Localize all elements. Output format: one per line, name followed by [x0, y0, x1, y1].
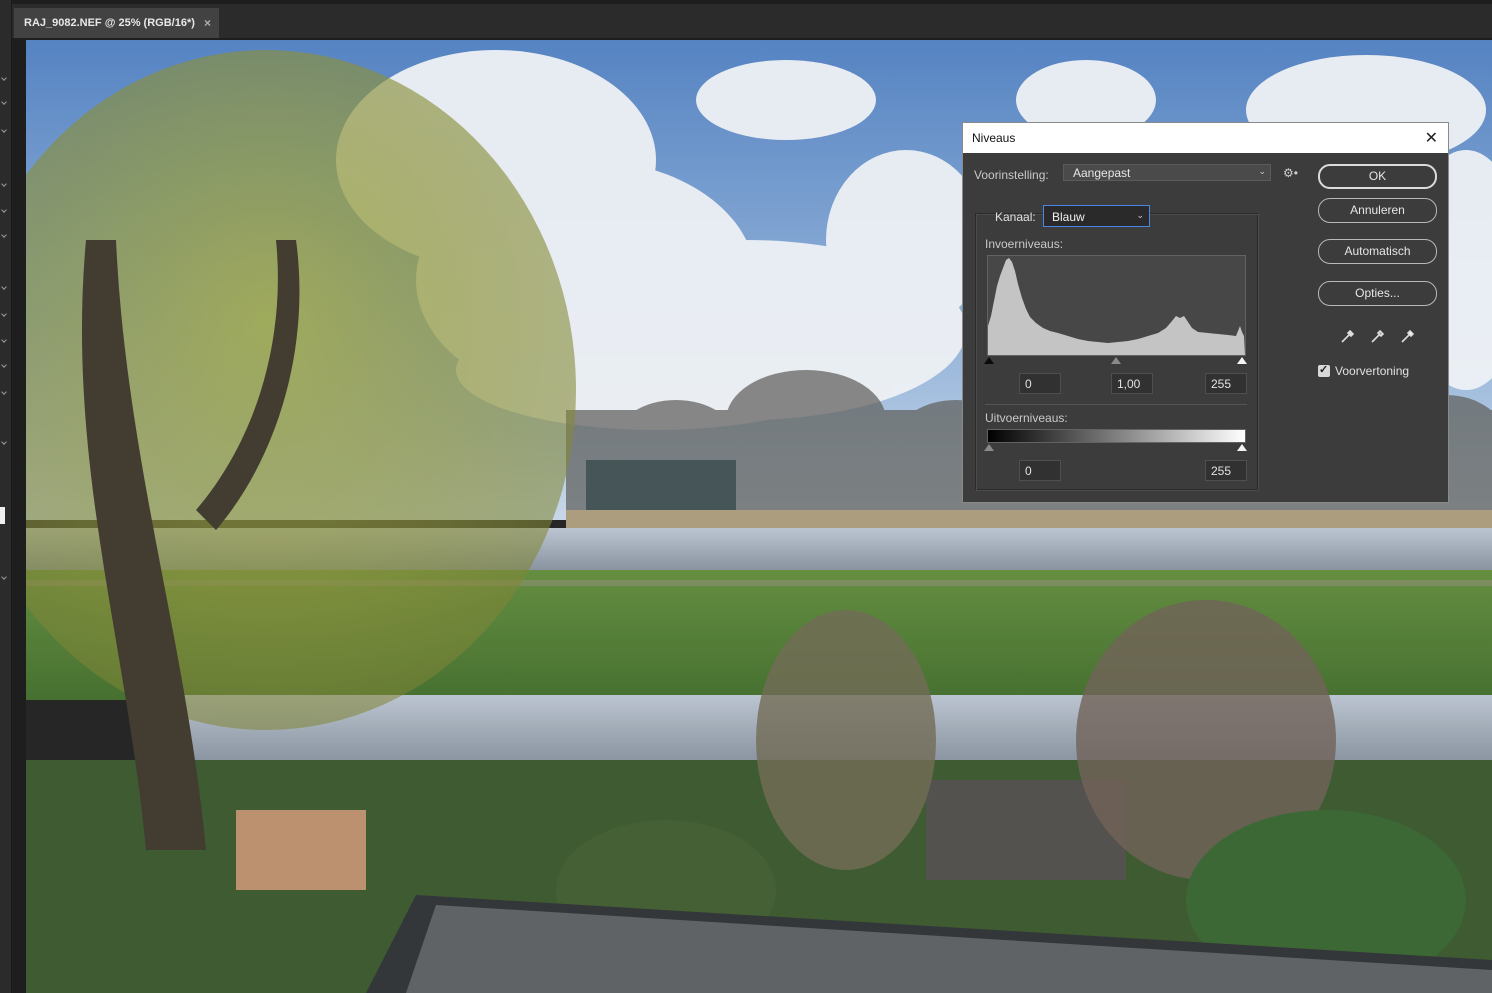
tool-expander-icon[interactable] [1, 362, 7, 368]
foreground-color-swatch[interactable] [0, 507, 5, 524]
input-black-slider[interactable] [984, 357, 994, 364]
output-black-slider[interactable] [984, 444, 994, 451]
input-gamma-slider[interactable] [1111, 357, 1121, 364]
tool-expander-icon[interactable] [1, 127, 7, 133]
channel-value: Blauw [1052, 210, 1085, 224]
preset-value: Aangepast [1073, 166, 1131, 180]
preset-select[interactable]: Aangepast ⌄ [1063, 164, 1271, 181]
checkmark-icon: ✓ [1319, 364, 1329, 376]
tool-expander-icon[interactable] [1, 311, 7, 317]
tool-expander-icon[interactable] [1, 439, 7, 445]
close-icon[interactable]: ✕ [1425, 128, 1438, 148]
preview-label: Voorvertoning [1335, 364, 1410, 378]
output-black-field[interactable]: 0 [1019, 460, 1061, 481]
input-levels-label: Invoerniveaus: [985, 237, 1064, 251]
dialog-title: Niveaus [972, 131, 1016, 145]
close-tab-icon[interactable]: × [204, 16, 211, 30]
tool-expander-icon[interactable] [1, 389, 7, 395]
levels-divider [985, 404, 1247, 405]
options-button[interactable]: Opties... [1318, 281, 1437, 306]
tool-expander-icon[interactable] [1, 232, 7, 238]
tool-expander-icon[interactable] [1, 284, 7, 290]
tool-expander-icon[interactable] [1, 337, 7, 343]
tool-expander-icon[interactable] [1, 181, 7, 187]
tool-expander-icon[interactable] [1, 75, 7, 81]
document-tab-bar: RAJ_9082.NEF @ 25% (RGB/16*) × [12, 0, 1492, 38]
preview-checkbox[interactable]: ✓ [1318, 364, 1330, 377]
auto-button[interactable]: Automatisch [1318, 239, 1437, 264]
input-gamma-field[interactable]: 1,00 [1111, 373, 1153, 394]
output-white-field[interactable]: 255 [1205, 460, 1247, 481]
channel-select[interactable]: Blauw ⌄ [1043, 205, 1150, 227]
preset-label: Voorinstelling: [974, 168, 1049, 182]
document-tab[interactable]: RAJ_9082.NEF @ 25% (RGB/16*) × [14, 8, 219, 38]
white-point-eyedropper-icon[interactable] [1399, 327, 1417, 345]
levels-dialog: Niveaus ✕ Voorinstelling: Aangepast ⌄ ⚙•… [962, 122, 1449, 503]
tool-expander-icon[interactable] [1, 574, 7, 580]
black-point-eyedropper-icon[interactable] [1339, 327, 1357, 345]
document-tab-title: RAJ_9082.NEF @ 25% (RGB/16*) [24, 17, 195, 29]
tool-expander-icon[interactable] [1, 99, 7, 105]
output-white-slider[interactable] [1237, 444, 1247, 451]
output-levels-label: Uitvoerniveaus: [985, 411, 1068, 425]
dialog-titlebar[interactable]: Niveaus ✕ [963, 123, 1448, 153]
tools-panel-strip [0, 0, 12, 993]
ok-button[interactable]: OK [1318, 164, 1437, 189]
input-black-field[interactable]: 0 [1019, 373, 1061, 394]
channel-label: Kanaal: [995, 210, 1036, 224]
histogram-curve [988, 258, 1245, 355]
gray-point-eyedropper-icon[interactable] [1369, 327, 1387, 345]
histogram [987, 255, 1246, 356]
chevron-down-icon: ⌄ [1258, 166, 1266, 176]
gear-icon[interactable]: ⚙• [1283, 166, 1298, 180]
output-gradient-bar [987, 429, 1246, 443]
chevron-down-icon: ⌄ [1136, 210, 1144, 220]
input-white-field[interactable]: 255 [1205, 373, 1247, 394]
cancel-button[interactable]: Annuleren [1318, 198, 1437, 223]
tool-expander-icon[interactable] [1, 207, 7, 213]
input-white-slider[interactable] [1237, 357, 1247, 364]
